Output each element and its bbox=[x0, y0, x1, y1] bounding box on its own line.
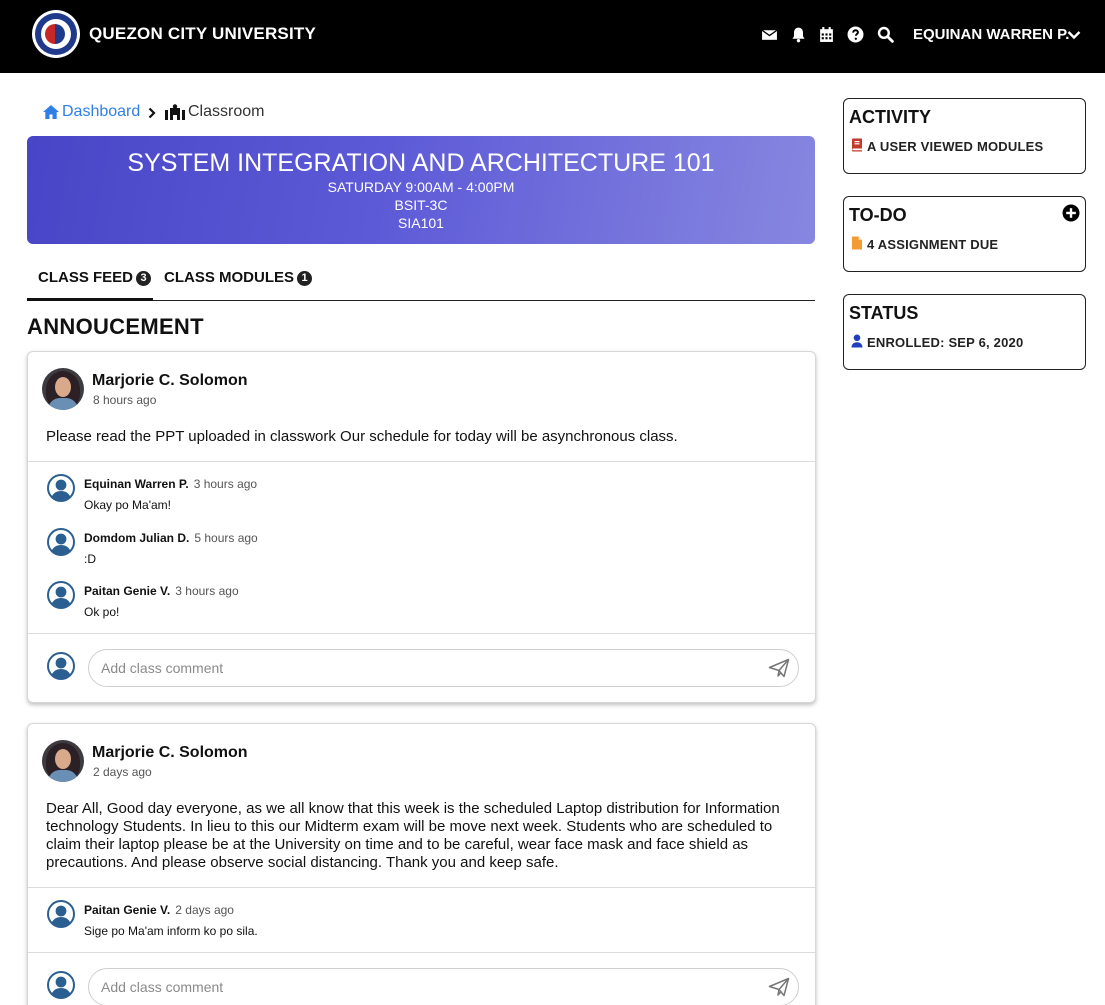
comment-text: Ok po! bbox=[84, 605, 120, 619]
comment-time: 5 hours ago bbox=[194, 531, 258, 545]
todo-text[interactable]: 4 ASSIGNMENT DUE bbox=[867, 237, 998, 252]
announcement-card: Marjorie C. Solomon 2 days ago Dear All,… bbox=[27, 723, 816, 1005]
university-logo[interactable] bbox=[32, 10, 80, 58]
comment-text: :D bbox=[84, 552, 96, 566]
widget-title: ACTIVITY bbox=[849, 107, 932, 127]
course-section: BSIT-3C bbox=[394, 197, 448, 213]
divider bbox=[28, 952, 815, 953]
comment-time: 3 hours ago bbox=[193, 477, 258, 491]
active-tab-indicator bbox=[27, 298, 153, 301]
comment-input[interactable] bbox=[88, 968, 799, 1005]
status-text: ENROLLED: SEP 6, 2020 bbox=[867, 335, 1024, 350]
breadcrumb-current: Classroom bbox=[188, 103, 265, 120]
count-badge: 1 bbox=[297, 271, 313, 286]
calendar-icon[interactable] bbox=[818, 26, 835, 43]
announcement-card: Marjorie C. Solomon 8 hours ago Please r… bbox=[27, 351, 816, 703]
user-avatar-icon bbox=[47, 971, 75, 999]
user-avatar-icon bbox=[47, 900, 75, 928]
send-icon[interactable] bbox=[768, 658, 790, 678]
comment-text: Sige po Ma'am inform ko po sila. bbox=[84, 924, 258, 938]
home-icon[interactable] bbox=[42, 104, 60, 120]
envelope-icon[interactable] bbox=[761, 26, 778, 43]
course-code: SIA101 bbox=[398, 215, 444, 231]
author-avatar[interactable] bbox=[42, 740, 84, 782]
status-widget: STATUS ENROLLED: SEP 6, 2020 bbox=[843, 294, 1086, 370]
search-icon[interactable] bbox=[877, 26, 894, 43]
chevron-right-icon bbox=[146, 106, 158, 119]
tab-class-feed[interactable]: CLASS FEED 3 bbox=[38, 269, 152, 286]
tab-label: CLASS MODULES bbox=[164, 269, 295, 286]
count-badge: 3 bbox=[136, 271, 152, 286]
user-avatar-icon bbox=[47, 474, 75, 502]
widget-title: STATUS bbox=[849, 303, 919, 323]
divider bbox=[28, 887, 815, 888]
brand-title[interactable]: QUEZON CITY UNIVERSITY bbox=[89, 24, 316, 44]
section-title: ANNOUCEMENT bbox=[27, 314, 204, 339]
user-avatar-icon bbox=[47, 652, 75, 680]
course-schedule: SATURDAY 9:00AM - 4:00PM bbox=[327, 179, 515, 195]
breadcrumb-dashboard-link[interactable]: Dashboard bbox=[62, 103, 140, 121]
comment-text: Okay po Ma'am! bbox=[84, 498, 171, 512]
comment-author[interactable]: Paitan Genie V. 3 hours ago bbox=[84, 584, 239, 598]
tab-label: CLASS FEED bbox=[38, 269, 134, 286]
file-icon bbox=[851, 236, 863, 250]
post-body: Please read the PPT uploaded in classwor… bbox=[46, 428, 678, 445]
add-circle-icon[interactable] bbox=[1062, 204, 1080, 222]
divider bbox=[28, 633, 815, 634]
book-icon bbox=[851, 138, 863, 152]
tab-class-modules[interactable]: CLASS MODULES 1 bbox=[164, 269, 313, 286]
chevron-down-icon[interactable] bbox=[1066, 27, 1082, 43]
comment-time: 2 days ago bbox=[175, 903, 234, 917]
activity-text: A USER VIEWED MODULES bbox=[867, 139, 1044, 154]
divider bbox=[28, 461, 815, 462]
course-banner: SYSTEM INTEGRATION AND ARCHITECTURE 101 … bbox=[27, 136, 815, 244]
todo-widget: TO-DO 4 ASSIGNMENT DUE bbox=[843, 196, 1086, 272]
user-avatar-icon bbox=[47, 581, 75, 609]
comment-author[interactable]: Equinan Warren P. 3 hours ago bbox=[84, 477, 257, 491]
send-icon[interactable] bbox=[768, 977, 790, 997]
comment-time: 3 hours ago bbox=[175, 584, 239, 598]
course-title: SYSTEM INTEGRATION AND ARCHITECTURE 101 bbox=[127, 149, 715, 177]
post-author[interactable]: Marjorie C. Solomon bbox=[92, 744, 248, 762]
user-menu[interactable]: EQUINAN WARREN P. bbox=[913, 26, 1069, 43]
post-author[interactable]: Marjorie C. Solomon bbox=[92, 372, 248, 390]
post-time: 8 hours ago bbox=[93, 393, 157, 407]
activity-widget: ACTIVITY A USER VIEWED MODULES bbox=[843, 98, 1086, 174]
author-avatar[interactable] bbox=[42, 368, 84, 410]
help-icon[interactable] bbox=[847, 26, 864, 43]
user-avatar-icon bbox=[47, 528, 75, 556]
comment-author[interactable]: Domdom Julian D. 5 hours ago bbox=[84, 531, 258, 545]
comment-input[interactable] bbox=[88, 649, 799, 687]
widget-title: TO-DO bbox=[849, 205, 907, 225]
post-body: Dear All, Good day everyone, as we all k… bbox=[46, 800, 780, 871]
classroom-icon bbox=[165, 104, 185, 120]
top-navbar: QUEZON CITY UNIVERSITY EQUINAN WARREN P. bbox=[0, 0, 1105, 73]
comment-author[interactable]: Paitan Genie V. 2 days ago bbox=[84, 903, 234, 917]
post-time: 2 days ago bbox=[93, 765, 152, 779]
bell-icon[interactable] bbox=[790, 26, 807, 43]
user-icon bbox=[851, 334, 863, 348]
